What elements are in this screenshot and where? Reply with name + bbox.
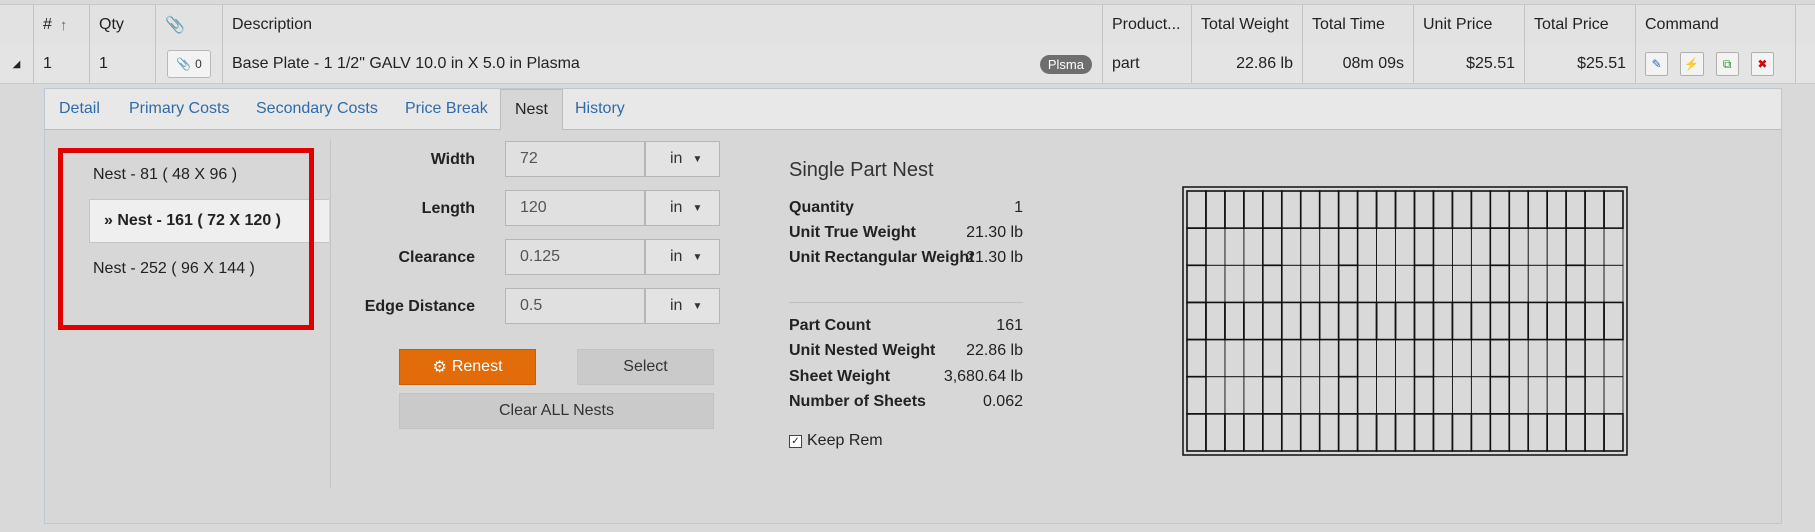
nest-option-252[interactable]: Nest - 252 ( 96 X 144 )	[59, 247, 321, 291]
tab-nest[interactable]: Nest	[500, 89, 563, 130]
gears-icon: ⚙	[432, 359, 447, 376]
sheet-weight-value: 3,680.64 lb	[943, 368, 1023, 385]
caret-down-icon: ▼	[692, 202, 703, 214]
unit-nested-weight-value: 22.86 lb	[966, 342, 1023, 359]
caret-down-icon: ▼	[692, 153, 703, 165]
clearance-input[interactable]: 0.125	[505, 239, 645, 275]
quantity-label: Quantity	[789, 199, 854, 216]
delete-icon[interactable]: ✖	[1750, 52, 1774, 76]
attachments-cell: 📎 0	[156, 45, 223, 83]
clear-all-nests-button[interactable]: Clear ALL Nests	[399, 393, 714, 429]
renest-button[interactable]: ⚙ Renest	[399, 349, 536, 385]
width-label: Width	[430, 151, 475, 168]
width-unit-select[interactable]: in ▼	[645, 141, 720, 177]
nest-option-81[interactable]: Nest - 81 ( 48 X 96 )	[59, 153, 321, 197]
nest-preview	[1182, 186, 1628, 456]
row-detail-panel: Detail Primary Costs Secondary Costs Pri…	[44, 88, 1782, 524]
column-product[interactable]: Product...	[1103, 5, 1192, 45]
column-total-price[interactable]: Total Price	[1525, 5, 1636, 45]
checkbox-icon[interactable]: ✓	[789, 434, 802, 448]
edge-distance-input[interactable]: 0.5	[505, 288, 645, 324]
nest-option-161[interactable]: » Nest - 161 ( 72 X 120 )	[89, 199, 329, 243]
tab-secondary-costs[interactable]: Secondary Costs	[256, 89, 378, 129]
paperclip-icon: 📎	[176, 57, 192, 71]
edit-icon[interactable]: ✎	[1645, 52, 1669, 76]
detail-tabs: Detail Primary Costs Secondary Costs Pri…	[45, 89, 1781, 130]
row-unit-price: $25.51	[1414, 45, 1525, 83]
keep-rem-checkbox[interactable]: ✓ Keep Rem	[789, 432, 883, 450]
select-button[interactable]: Select	[577, 349, 714, 385]
process-badge: Plsma	[1039, 55, 1092, 74]
tab-history[interactable]: History	[575, 89, 625, 129]
part-count-value: 161	[996, 317, 1023, 334]
tab-price-break[interactable]: Price Break	[405, 89, 488, 129]
length-input[interactable]: 120	[505, 190, 645, 226]
column-unit-price[interactable]: Unit Price	[1414, 5, 1525, 45]
collapse-row-toggle[interactable]: ◢	[0, 45, 34, 83]
edge-distance-label: Edge Distance	[364, 298, 475, 315]
column-qty[interactable]: Qty	[90, 5, 156, 45]
copy-icon[interactable]: ⧉	[1715, 52, 1739, 76]
expand-header-cell	[0, 5, 34, 45]
caret-down-icon: ▼	[692, 251, 703, 263]
grid-header: # ↑ Qty 📎 Description Product... Total We…	[0, 4, 1815, 46]
row-qty: 1	[90, 45, 156, 83]
unit-true-weight-value: 21.30 lb	[966, 224, 1023, 241]
column-total-weight[interactable]: Total Weight	[1192, 5, 1303, 45]
number-of-sheets-value: 0.062	[982, 393, 1023, 410]
column-num[interactable]: # ↑	[34, 5, 90, 45]
row-description: Base Plate - 1 1/2" GALV 10.0 in X 5.0 i…	[223, 45, 1103, 83]
attachments-count: 0	[195, 57, 202, 71]
table-row[interactable]: ◢ 1 1 📎 0 Base Plate - 1 1/2" GALV 10.0 …	[0, 45, 1815, 84]
lightning-icon[interactable]: ⚡	[1680, 52, 1704, 76]
divider	[330, 140, 331, 488]
edge-distance-unit-select[interactable]: in ▼	[645, 288, 720, 324]
part-count-label: Part Count	[789, 317, 871, 334]
sort-asc-icon[interactable]: ↑	[60, 17, 68, 34]
quantity-value: 1	[1014, 199, 1023, 216]
row-total-time: 08m 09s	[1303, 45, 1414, 83]
tab-primary-costs[interactable]: Primary Costs	[129, 89, 229, 129]
sheet-outline	[1182, 186, 1628, 456]
column-description[interactable]: Description	[223, 5, 1103, 45]
row-total-weight: 22.86 lb	[1192, 45, 1303, 83]
row-num: 1	[34, 45, 90, 83]
width-input[interactable]: 72	[505, 141, 645, 177]
column-total-time[interactable]: Total Time	[1303, 5, 1414, 45]
caret-down-icon: ▼	[692, 300, 703, 312]
tab-detail[interactable]: Detail	[59, 89, 100, 129]
unit-rect-weight-value: 21.30 lb	[966, 249, 1023, 266]
paperclip-icon: 📎	[165, 17, 185, 34]
length-label: Length	[421, 200, 475, 217]
attachments-button[interactable]: 📎 0	[167, 50, 211, 78]
column-command: Command	[1636, 5, 1796, 45]
summary-divider	[789, 302, 1023, 303]
clearance-label: Clearance	[398, 249, 476, 266]
column-attachments[interactable]: 📎	[156, 5, 223, 45]
unit-true-weight-label: Unit True Weight	[789, 224, 916, 241]
summary-title: Single Part Nest	[789, 159, 934, 181]
row-total-price: $25.51	[1525, 45, 1636, 83]
row-product: part	[1103, 45, 1192, 83]
clearance-unit-select[interactable]: in ▼	[645, 239, 720, 275]
row-commands: ✎ ⚡ ⧉ ✖	[1636, 45, 1796, 83]
length-unit-select[interactable]: in ▼	[645, 190, 720, 226]
sheet-weight-label: Sheet Weight	[789, 368, 891, 385]
caret-down-icon[interactable]: ◢	[13, 59, 21, 70]
